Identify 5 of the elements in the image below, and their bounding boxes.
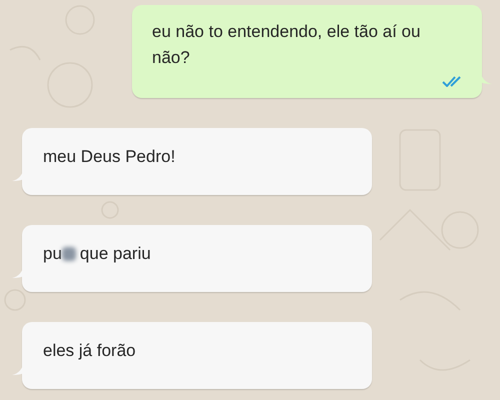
- message-text: eles já forão: [43, 340, 137, 362]
- message-text: pu que pariu: [43, 243, 152, 265]
- message-text: meu Deus Pedro!: [43, 146, 176, 168]
- message-text: eu não to entendendo, ele tão aí ou não?: [152, 21, 422, 69]
- blurred-word: [62, 247, 76, 261]
